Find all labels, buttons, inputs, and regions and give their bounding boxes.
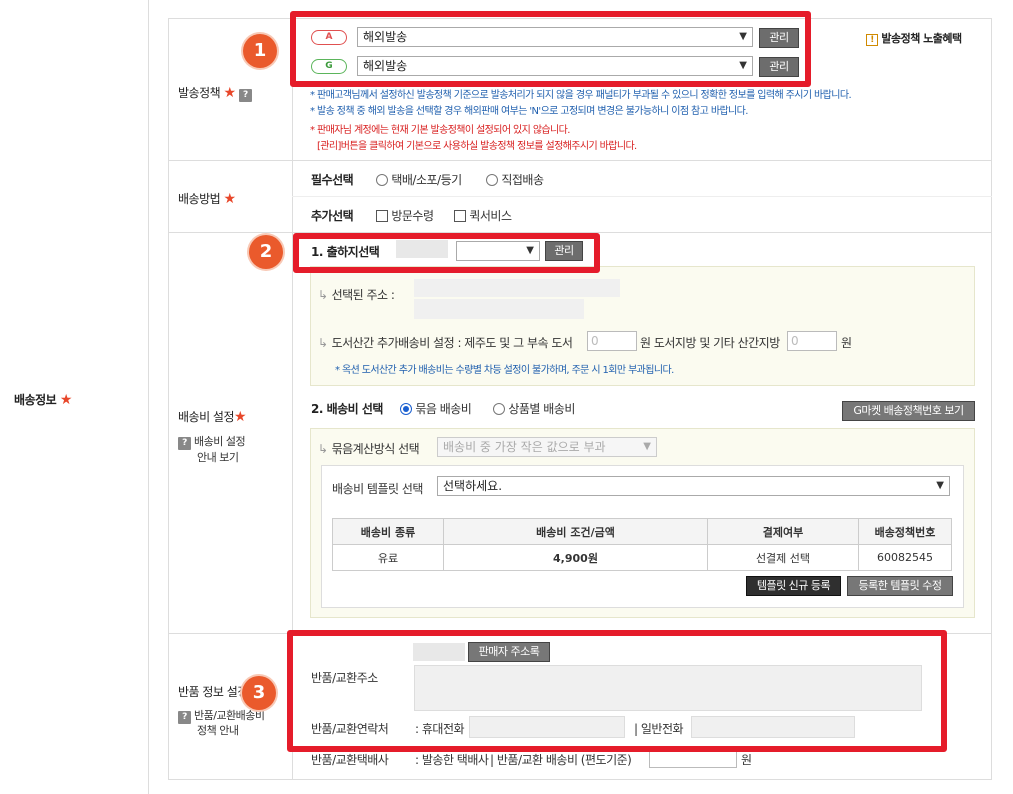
arrow-icon: ↳ — [318, 336, 328, 350]
row-divider — [292, 196, 992, 197]
left-column-border — [148, 0, 149, 794]
arrow-icon: ↳ — [318, 288, 328, 302]
checkbox-icon[interactable] — [454, 210, 466, 222]
checkbox-icon[interactable] — [376, 210, 388, 222]
radio-icon[interactable] — [376, 174, 388, 186]
chevron-down-icon: ▼ — [643, 441, 651, 452]
return-fee-unit: 원 — [741, 753, 752, 767]
table-header: 배송비 종류 — [332, 518, 444, 545]
blurred-address — [414, 299, 584, 319]
method-label: 배송방법 ★ — [178, 191, 237, 207]
table-cell: 유료 — [332, 544, 444, 571]
radio-per-item[interactable]: 상품별 배송비 — [493, 400, 575, 417]
island-fee-unit: 원 도서지방 및 기타 산간지방 — [640, 336, 780, 350]
radio-icon[interactable] — [400, 403, 412, 415]
table-row: 유료 4,900원 선결제 선택 60082545 — [332, 544, 952, 571]
return-help-link-2[interactable]: 정책 안내 — [197, 722, 239, 738]
island-fee-unit-2: 원 — [841, 336, 852, 350]
table-header: 배송비 조건/금액 — [443, 518, 708, 545]
table-cell: 선결제 선택 — [707, 544, 859, 571]
island-fee-input-1[interactable]: 0 — [587, 331, 637, 351]
return-fee-label: | 반품/교환 배송비 (편도기준) — [490, 753, 632, 767]
form-bottom-border — [168, 779, 992, 780]
required-select-label: 필수선택 — [311, 173, 354, 187]
radio-parcel[interactable]: 택배/소포/등기 — [376, 171, 462, 188]
highlight-box-3 — [287, 630, 947, 752]
template-select[interactable]: 선택하세요. ▼ — [437, 476, 950, 496]
highlight-box-2 — [293, 233, 600, 273]
policy-note: * 판매고객님께서 설정하신 발송정책 기준으로 발송처리가 되지 않을 경우 … — [310, 90, 852, 101]
required-star-icon: ★ — [223, 191, 237, 207]
policy-warning: [관리]버튼을 클릭하여 기본으로 사용하실 발송정책 정보를 설정해주시기 바… — [317, 141, 637, 152]
highlight-box-1 — [290, 11, 811, 87]
policy-warning: * 판매자님 계정에는 현재 기본 발송정책이 설정되어 있지 않습니다. — [310, 125, 570, 136]
edit-template-button[interactable]: 등록한 템플릿 수정 — [847, 576, 953, 596]
bundle-label: ↳ 묶음계산방식 선택 — [318, 442, 420, 456]
bundle-select: 배송비 중 가장 작은 값으로 부과 ▼ — [437, 437, 657, 457]
return-label: 반품 정보 설정 — [178, 685, 248, 699]
warning-icon: ! — [866, 34, 878, 46]
help-icon: ? — [178, 437, 191, 450]
return-courier-label: 반품/교환택배사 — [311, 753, 389, 767]
fee-table: 배송비 종류 배송비 조건/금액 결제여부 배송정책번호 유료 4,900원 선… — [332, 518, 952, 571]
fee-select-title: 2. 배송비 선택 — [311, 402, 383, 416]
help-icon: ? — [178, 711, 191, 724]
policy-expose-link[interactable]: ! 발송정책 노출혜택 — [866, 30, 962, 46]
required-star-icon: ★ — [223, 85, 237, 101]
section-label-shipping: 배송정보 ★ — [14, 392, 73, 408]
return-courier-value: : 발송한 택배사 — [415, 753, 489, 767]
extra-select-label: 추가선택 — [311, 209, 354, 223]
radio-direct[interactable]: 직접배송 — [486, 171, 544, 188]
fee-help-link-2[interactable]: 안내 보기 — [197, 449, 239, 465]
radio-bundle[interactable]: 묶음 배송비 — [400, 400, 472, 417]
help-icon[interactable]: ? — [238, 89, 252, 102]
table-cell: 4,900원 — [443, 544, 708, 571]
island-note: * 옥션 도서산간 추가 배송비는 수량별 차등 설정이 불가하며, 주문 시 … — [335, 365, 674, 376]
callout-badge-1: 1 — [243, 34, 277, 68]
selected-address-label: ↳ 선택된 주소 : — [318, 288, 395, 302]
policy-note: * 발송 정책 중 해외 발송을 선택할 경우 해외판매 여부는 'N'으로 고… — [310, 106, 748, 117]
fee-help-link[interactable]: ? 배송비 설정 — [178, 433, 246, 450]
chevron-down-icon: ▼ — [936, 480, 944, 491]
table-cell: 60082545 — [858, 544, 952, 571]
gmarket-policy-button[interactable]: G마켓 배송정책번호 보기 — [842, 401, 975, 421]
required-star-icon: ★ — [234, 409, 247, 425]
callout-badge-3: 3 — [242, 676, 276, 710]
blurred-address — [414, 279, 620, 297]
form-right-border — [991, 18, 992, 780]
table-header: 배송정책번호 — [858, 518, 952, 545]
form-left-border — [168, 18, 169, 780]
policy-label: 발송정책 ★ ? — [178, 84, 252, 102]
template-label: 배송비 템플릿 선택 — [332, 482, 423, 496]
new-template-button[interactable]: 템플릿 신규 등록 — [746, 576, 841, 596]
island-fee-label: ↳ 도서산간 추가배송비 설정 : 제주도 및 그 부속 도서 — [318, 336, 573, 350]
island-fee-input-2[interactable]: 0 — [787, 331, 837, 351]
callout-badge-2: 2 — [249, 235, 283, 269]
radio-icon[interactable] — [486, 174, 498, 186]
checkbox-visit[interactable]: 방문수령 — [376, 207, 434, 224]
arrow-icon: ↳ — [318, 442, 328, 456]
required-star-icon: ★ — [59, 392, 73, 408]
table-header: 결제여부 — [707, 518, 859, 545]
checkbox-quick[interactable]: 퀵서비스 — [454, 207, 512, 224]
fee-label: 배송비 설정★ — [178, 409, 247, 425]
radio-icon[interactable] — [493, 403, 505, 415]
row-divider — [168, 160, 992, 161]
